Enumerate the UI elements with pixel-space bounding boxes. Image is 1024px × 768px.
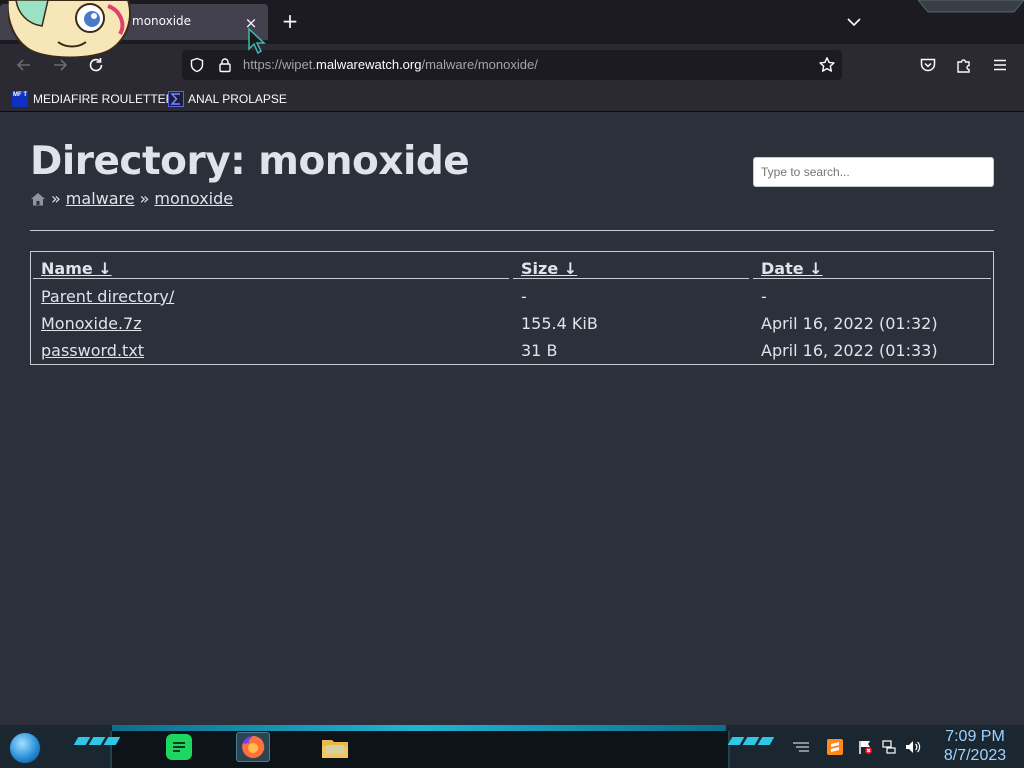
url-path: /malware/monoxide/ (421, 57, 538, 72)
file-link[interactable]: Monoxide.7z (41, 314, 142, 333)
breadcrumb-separator: » (139, 189, 150, 208)
file-size: 31 B (521, 341, 558, 360)
header-underline (753, 278, 991, 279)
new-tab-button[interactable]: + (278, 9, 302, 33)
file-size: - (521, 287, 527, 306)
breadcrumb-separator: » (51, 189, 61, 208)
lock-icon[interactable] (216, 56, 234, 74)
taskbar-decoration (73, 737, 121, 747)
bookmark-star-icon[interactable] (818, 56, 836, 74)
start-menu-orb-icon[interactable] (8, 731, 42, 765)
url-prefix: https://wipet. (243, 57, 316, 72)
file-link[interactable]: password.txt (41, 341, 144, 360)
bookmark-mediafire-rouletter[interactable]: MF T MEDIAFIRE ROULETTER (12, 90, 174, 108)
bookmark-label: MEDIAFIRE ROULETTER (33, 92, 175, 106)
url-host: malwarewatch.org (315, 57, 422, 72)
sigma-favicon-icon (168, 91, 184, 107)
clock-date: 8/7/2023 (943, 747, 1007, 764)
file-listing-table: Name ↓ Size ↓ Date ↓ Parent directory/ -… (30, 251, 994, 365)
bookmark-label: ANAL PROLAPSE (188, 92, 287, 106)
header-underline (513, 278, 749, 279)
address-bar[interactable]: https://wipet.malwarewatch.org/malware/m… (182, 50, 842, 80)
window-frame-decoration (918, 0, 1024, 13)
search-input[interactable] (753, 157, 994, 187)
extensions-puzzle-icon[interactable] (952, 53, 976, 77)
breadcrumb-link-monoxide[interactable]: monoxide (154, 189, 233, 208)
column-header-size[interactable]: Size ↓ (521, 259, 577, 278)
navigation-toolbar: https://wipet.malwarewatch.org/malware/m… (0, 44, 1024, 86)
menu-hamburger-icon[interactable] (988, 53, 1012, 77)
column-header-date[interactable]: Date ↓ (761, 259, 823, 278)
tracking-protection-shield-icon[interactable] (188, 56, 206, 74)
flag-icon[interactable] (856, 738, 874, 756)
file-date: - (761, 287, 767, 306)
mediafire-favicon-icon: MF T (12, 91, 28, 107)
url-text[interactable]: https://wipet.malwarewatch.org/malware/m… (243, 57, 538, 72)
file-link[interactable]: Parent directory/ (41, 287, 174, 306)
column-header-name[interactable]: Name ↓ (41, 259, 112, 278)
spotify-icon[interactable] (162, 732, 196, 762)
bookmarks-toolbar: MF T MEDIAFIRE ROULETTER ANAL PROLAPSE (0, 86, 1024, 112)
bookmark-second[interactable]: ANAL PROLAPSE (168, 90, 287, 108)
sublime-text-icon[interactable] (826, 738, 844, 756)
network-icon[interactable] (880, 738, 898, 756)
home-icon[interactable] (30, 192, 46, 206)
list-all-tabs-icon[interactable] (844, 12, 864, 32)
page-content: Directory: monoxide » malware » monoxide… (0, 113, 1024, 725)
file-date: April 16, 2022 (01:33) (761, 341, 938, 360)
file-date: April 16, 2022 (01:32) (761, 314, 938, 333)
taskbar: 7:09 PM 8/7/2023 (0, 725, 1024, 768)
anime-character-sticker (8, 0, 131, 58)
breadcrumb-link-malware[interactable]: malware (66, 189, 135, 208)
taskbar-decoration (727, 737, 775, 747)
clock-time: 7:09 PM (945, 728, 1005, 745)
pocket-icon[interactable] (916, 53, 940, 77)
firefox-icon[interactable] (236, 732, 270, 762)
page-title: Directory: monoxide (30, 139, 470, 184)
file-size: 155.4 KiB (521, 314, 598, 333)
browser-tab-strip: monoxide × + (0, 0, 1024, 44)
breadcrumb: » malware » monoxide (30, 189, 233, 208)
mouse-cursor-icon (248, 27, 266, 55)
show-hidden-icons[interactable] (792, 738, 810, 756)
tab-title: monoxide (132, 14, 192, 28)
header-underline (33, 278, 509, 279)
divider (30, 230, 994, 231)
taskbar-frame (110, 731, 730, 768)
file-explorer-icon[interactable] (318, 732, 352, 762)
volume-icon[interactable] (904, 738, 922, 756)
system-clock[interactable]: 7:09 PM 8/7/2023 (934, 727, 1016, 765)
